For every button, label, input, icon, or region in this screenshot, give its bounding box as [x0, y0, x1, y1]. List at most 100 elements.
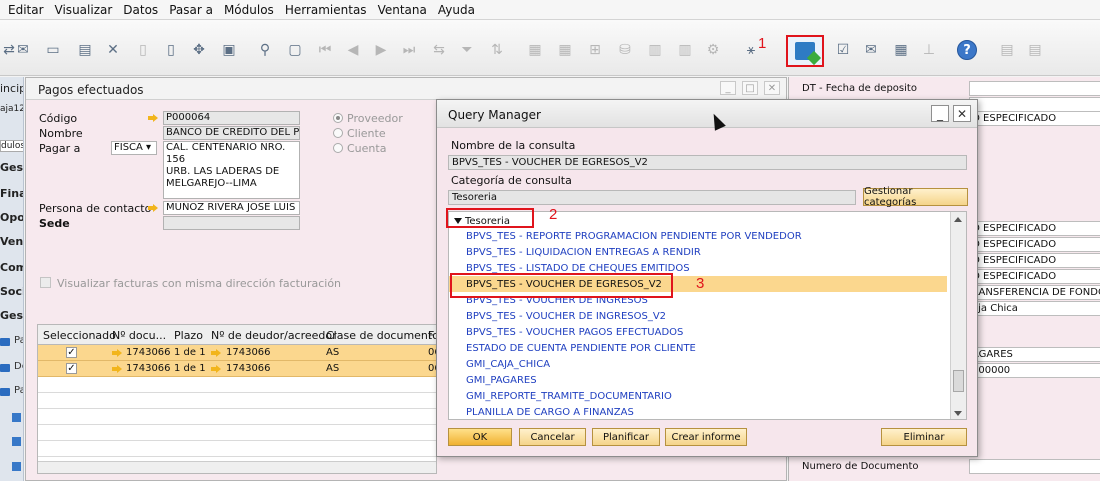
radio-cliente[interactable] — [333, 128, 343, 138]
module-oportunidades[interactable]: Opor — [0, 211, 23, 224]
query-item[interactable]: ESTADO DE CUENTA PENDIENTE POR CLIENTE — [466, 343, 696, 354]
col-deudor-acreedor[interactable]: Nº de deudor/acreedor — [211, 329, 337, 342]
udf-field[interactable]: O ESPECIFICADO — [969, 111, 1100, 126]
table-row[interactable]: ✓ 1743066 1 de 1 1743066 AS 06 — [38, 345, 436, 361]
sort-icon[interactable]: ⇅ — [488, 41, 506, 59]
menu-pasar-a[interactable]: Pasar a — [165, 3, 220, 17]
row-checkbox[interactable]: ✓ — [66, 347, 77, 358]
radio-cuenta[interactable] — [333, 143, 343, 153]
table-row[interactable] — [38, 425, 436, 441]
scroll-up-icon[interactable] — [954, 217, 962, 222]
query-item[interactable]: GMI_REPORTE_TRAMITE_DOCUMENTARIO — [466, 391, 672, 402]
previous-record-icon[interactable]: ◀ — [344, 41, 362, 59]
edit-doc-icon[interactable]: ▤ — [1026, 41, 1044, 59]
pagar-a-select[interactable]: FISCA ▾ — [111, 141, 157, 155]
create-report-button[interactable]: Crear informe — [665, 428, 747, 446]
menu-visualizar[interactable]: Visualizar — [51, 3, 120, 17]
link-arrow-icon[interactable] — [211, 349, 221, 357]
menu-modulos[interactable]: Módulos — [220, 3, 281, 17]
query-item[interactable]: GMI_CAJA_CHICA — [466, 359, 550, 370]
payment-means-icon[interactable]: ▥ — [646, 41, 664, 59]
link-arrow-icon[interactable] — [112, 365, 122, 373]
col-seleccionado[interactable]: Seleccionado — [43, 329, 116, 342]
tree-scrollbar[interactable] — [950, 212, 966, 419]
udf-field[interactable]: O ESPECIFICADO — [969, 237, 1100, 252]
grid-horizontal-scrollbar[interactable] — [38, 461, 436, 473]
document-settings-icon[interactable]: ⚙ — [704, 41, 722, 59]
udf-field[interactable]: O ESPECIFICADO — [969, 269, 1100, 284]
cancel-button[interactable]: Cancelar — [519, 428, 586, 446]
modules-tab[interactable]: dulos — [0, 140, 23, 152]
table-row[interactable] — [38, 409, 436, 425]
help-icon[interactable]: ? — [957, 40, 977, 60]
filter-icon[interactable]: ⏷ — [458, 41, 476, 59]
query-item[interactable]: BPVS_TES - VOUCHER PAGOS EFECTUADOS — [466, 327, 683, 338]
codigo-field[interactable]: P000064 — [163, 111, 300, 125]
scroll-thumb[interactable] — [953, 370, 964, 392]
query-item[interactable]: BPVS_TES - VOUCHER DE INGRESOS_V2 — [466, 311, 666, 322]
module-gestion-bancos[interactable]: Gest — [0, 309, 23, 322]
link-arrow-icon[interactable] — [148, 114, 158, 122]
table-row[interactable]: ✓ 1743066 1 de 1 1743066 AS 06 — [38, 361, 436, 377]
link-arrow-icon[interactable] — [148, 204, 158, 212]
next-record-icon[interactable]: ▶ — [372, 41, 390, 59]
refresh-icon[interactable]: ⇆ — [430, 41, 448, 59]
link-arrow-icon[interactable] — [112, 349, 122, 357]
categoria-consulta-field[interactable]: Tesoreria — [448, 190, 856, 205]
udf-field[interactable] — [969, 97, 1100, 112]
udf-field[interactable]: O ESPECIFICADO — [969, 253, 1100, 268]
module-ventas[interactable]: Vent — [0, 235, 23, 248]
calendar-icon[interactable]: ▦ — [892, 41, 910, 59]
minimize-button[interactable]: _ — [931, 105, 949, 122]
query-item[interactable]: GMI_PAGARES — [466, 375, 537, 386]
schedule-button[interactable]: Planificar — [592, 428, 660, 446]
nombre-consulta-field[interactable]: BPVS_TES - VOUCHER DE EGRESOS_V2 — [448, 155, 967, 170]
add-icon[interactable]: ▢ — [286, 41, 304, 59]
ok-button[interactable]: OK — [448, 428, 512, 446]
minimize-button[interactable]: _ — [720, 81, 736, 95]
query-manager-button[interactable] — [786, 35, 824, 67]
col-clase-documento[interactable]: Clase de documento — [326, 329, 436, 342]
table-row[interactable] — [38, 377, 436, 393]
module-socios[interactable]: Socio — [0, 285, 23, 298]
udf-field[interactable]: 000000 — [969, 363, 1100, 378]
close-button[interactable]: ✕ — [764, 81, 780, 95]
query-item[interactable]: BPVS_TES - LIQUIDACION ENTREGAS A RENDIR — [466, 247, 701, 258]
gestionar-categorias-button[interactable]: Gestionar categorías — [863, 186, 968, 208]
settings-doc-icon[interactable]: ▤ — [998, 41, 1016, 59]
maximize-button[interactable]: □ — [742, 81, 758, 95]
lock-icon[interactable]: ▣ — [220, 41, 238, 59]
delete-button[interactable]: Eliminar — [881, 428, 967, 446]
col-f[interactable]: F — [428, 329, 434, 342]
table-row[interactable] — [38, 393, 436, 409]
menu-ventana[interactable]: Ventana — [374, 3, 434, 17]
menu-datos[interactable]: Datos — [119, 3, 165, 17]
menu-herramientas[interactable]: Herramientas — [281, 3, 374, 17]
first-record-icon[interactable]: ⏮ — [316, 41, 334, 59]
udf-field[interactable] — [969, 459, 1100, 474]
form-settings-icon[interactable]: ☑ — [834, 41, 852, 59]
sede-field[interactable] — [163, 216, 300, 230]
module-finanzas[interactable]: Finar — [0, 187, 23, 200]
find-icon[interactable]: ⚲ — [256, 41, 274, 59]
excel-icon[interactable]: ✕ — [104, 41, 122, 59]
query-item[interactable]: BPVS_TES - REPORTE PROGRAMACION PENDIENT… — [466, 231, 802, 242]
sms-icon[interactable]: ▭ — [44, 41, 62, 59]
radio-proveedor[interactable] — [333, 113, 343, 123]
col-no-documento[interactable]: Nº docu... — [112, 329, 166, 342]
udf-field[interactable]: O ESPECIFICADO — [969, 221, 1100, 236]
udf-field[interactable]: aja Chica — [969, 301, 1100, 316]
form-icon[interactable] — [12, 437, 21, 446]
menu-editar[interactable]: Editar — [4, 3, 51, 17]
module-gestion[interactable]: Gest — [0, 161, 23, 174]
subitem-de[interactable]: De — [14, 361, 23, 372]
subitem-pa-2[interactable]: Pa — [14, 385, 23, 396]
volume-weight-icon[interactable]: ▥ — [676, 41, 694, 59]
form-icon[interactable] — [12, 413, 21, 422]
contacto-field[interactable]: MUÑOZ RIVERA JOSE LUIS — [163, 201, 300, 215]
move-icon[interactable]: ✥ — [190, 41, 208, 59]
udf-field[interactable] — [969, 81, 1100, 96]
col-plazo[interactable]: Plazo — [174, 329, 203, 342]
address-field[interactable]: CAL. CENTENARIO NRO. 156 URB. LAS LADERA… — [163, 141, 300, 199]
organization-icon[interactable]: ⊥ — [920, 41, 938, 59]
